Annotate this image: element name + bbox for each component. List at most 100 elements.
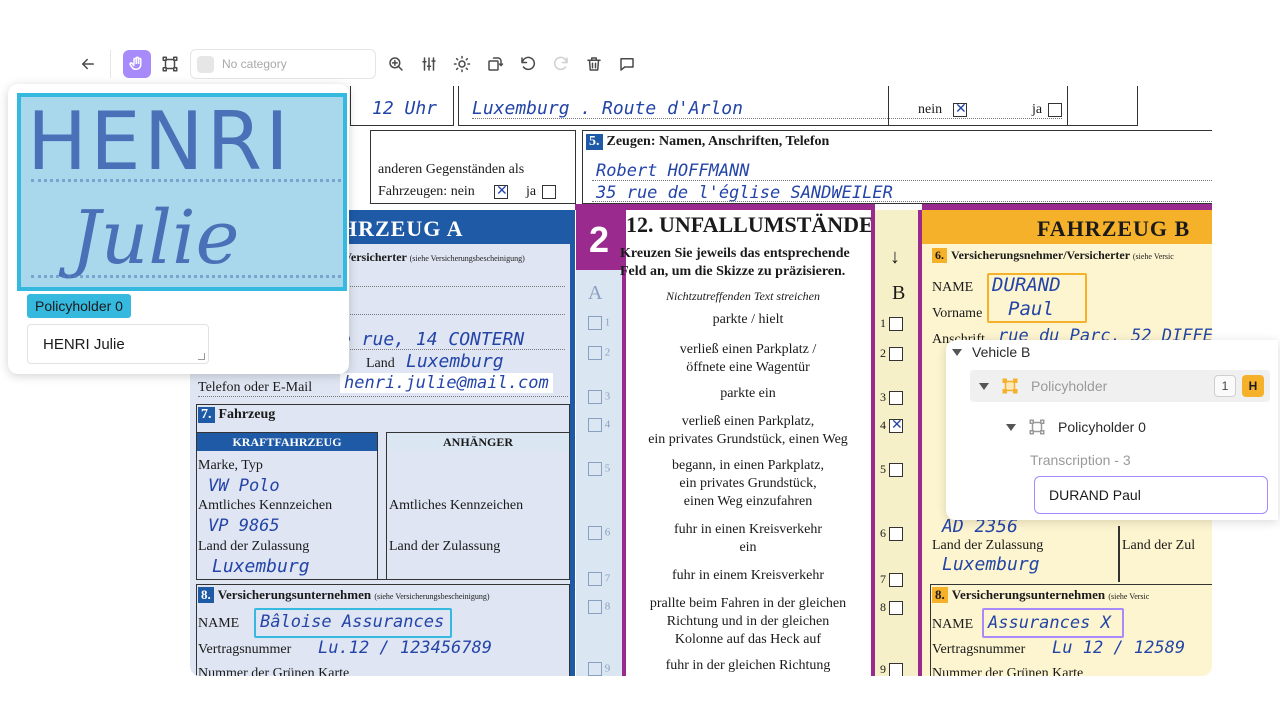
resize-handle[interactable] <box>198 353 205 360</box>
witness-dotline-2 <box>592 201 1212 202</box>
checkbox-a[interactable] <box>588 572 602 586</box>
category-select[interactable]: No category <box>190 49 376 79</box>
vehicles-ja-label: ja <box>526 184 537 199</box>
land-a-value: Luxemburg <box>406 351 504 372</box>
item-label: Policyholder 0 <box>1058 419 1146 435</box>
checkbox-a[interactable] <box>588 418 602 432</box>
caret-down-icon[interactable] <box>979 382 989 390</box>
circumstance-text: Richtung und in der gleichen <box>666 614 830 629</box>
checkbox-a[interactable] <box>588 662 602 676</box>
checkbox-a[interactable] <box>588 346 602 360</box>
circumstance-a-checkbox[interactable]: 3 <box>588 390 610 404</box>
comment-icon <box>620 58 634 71</box>
checkbox-b[interactable] <box>889 463 903 478</box>
vertrag-b-label: Vertragsnummer <box>932 642 1026 657</box>
pan-tool-button[interactable] <box>123 50 151 78</box>
checkbox-b[interactable] <box>889 527 903 542</box>
group-label: Policyholder <box>1031 378 1108 394</box>
nein-checkbox[interactable] <box>953 101 967 118</box>
circumstance-number-a: 3 <box>604 390 611 403</box>
kraftfahrzeug-header: KRAFTFAHRZEUG <box>197 433 377 451</box>
circumstance-b-checkbox[interactable]: 8 <box>880 600 903 616</box>
circumstance-b-checkbox[interactable]: 4 <box>880 417 903 434</box>
circumstance-a-checkbox[interactable]: 9 <box>588 662 610 676</box>
sec12-instruction-2: Feld an, um die Skizze zu präzisieren. <box>620 264 846 279</box>
caret-down-icon[interactable] <box>952 348 962 356</box>
vertrag-a-value: Lu.12 / 123456789 <box>318 638 492 658</box>
vehicle-b-title: FAHRZEUG B <box>1037 216 1191 241</box>
circumstance-number-a: 1 <box>604 316 611 329</box>
sec12-instruction-1: Kreuzen Sie jeweils das entsprechende <box>620 246 850 261</box>
redo-button[interactable] <box>547 50 575 78</box>
column-b-border-left <box>871 210 875 676</box>
checkbox-a[interactable] <box>588 316 602 330</box>
circumstance-b-checkbox[interactable]: 1 <box>880 316 903 332</box>
checkbox-b[interactable] <box>889 601 903 616</box>
checkbox-b[interactable] <box>889 573 903 588</box>
tree-item-vehicle-b[interactable]: Vehicle B <box>952 344 1030 360</box>
ja-checkbox[interactable] <box>1048 103 1062 117</box>
circumstance-a-checkbox[interactable]: 1 <box>588 316 610 330</box>
undo-button[interactable] <box>514 50 542 78</box>
checkbox-b[interactable] <box>889 347 903 362</box>
vehicles-ja-checkbox[interactable] <box>542 185 556 199</box>
undo-icon <box>521 56 536 71</box>
circumstance-b-checkbox[interactable]: 3 <box>880 390 903 406</box>
brightness-button[interactable] <box>448 50 476 78</box>
circumstance-b-checkbox[interactable]: 6 <box>880 526 903 542</box>
checkbox-a[interactable] <box>588 462 602 476</box>
vehicles-nein-checkbox[interactable] <box>494 183 508 200</box>
circumstance-b-checkbox[interactable]: 7 <box>880 572 903 588</box>
sec7-label: Fahrzeug <box>218 407 276 422</box>
insured-a-label: /Versicherter (siehe Versicherungsbesche… <box>340 250 525 265</box>
phone-a-label: Telefon oder E-Mail <box>198 380 313 395</box>
tree-item-policyholder-group[interactable]: Policyholder 1 H <box>970 370 1270 402</box>
circumstance-number-a: 6 <box>604 526 611 539</box>
circumstance-number-a: 9 <box>604 662 611 675</box>
circumstance-a-checkbox[interactable]: 4 <box>588 418 610 432</box>
tree-item-policyholder-0[interactable]: Policyholder 0 <box>1006 418 1146 436</box>
adjustments-button[interactable] <box>415 50 443 78</box>
delete-button[interactable] <box>580 50 608 78</box>
checkbox-b[interactable] <box>889 663 903 676</box>
box-tool-button[interactable] <box>156 50 184 78</box>
transcription-field[interactable]: HENRI Julie <box>27 324 209 364</box>
circumstance-a-checkbox[interactable]: 6 <box>588 526 610 540</box>
checkbox-b[interactable] <box>889 391 903 406</box>
caret-down-icon[interactable] <box>1006 423 1016 431</box>
circumstance-text: prallte beim Fahren in der gleichen <box>649 596 847 611</box>
crop-text-line-2: Julie <box>71 195 240 281</box>
circumstance-number-b: 6 <box>880 526 886 540</box>
checkbox-a[interactable] <box>588 390 602 404</box>
circumstance-text: Kolonne auf das Heck auf <box>674 632 822 647</box>
section-2-badge: 2 <box>576 210 622 270</box>
tree-transcription-field[interactable]: DURAND Paul <box>1034 476 1268 514</box>
checkbox-a[interactable] <box>588 526 602 540</box>
circumstance-a-checkbox[interactable]: 7 <box>588 572 610 586</box>
circumstance-a-checkbox[interactable]: 5 <box>588 462 610 476</box>
rotate-page-button[interactable] <box>481 50 509 78</box>
annotation-tree-panel: Vehicle B Policyholder 1 H Policyholder … <box>946 340 1278 520</box>
annotation-preview-panel: HENRI Julie Policyholder 0 HENRI Julie <box>8 84 349 374</box>
annotation-label-tag[interactable]: Policyholder 0 <box>27 294 131 318</box>
insured-b-title: Versicherungsnehmer/Versicherter <box>951 248 1130 262</box>
checkbox-a[interactable] <box>588 600 602 614</box>
checkbox-b[interactable] <box>889 417 903 434</box>
circumstance-a-checkbox[interactable]: 8 <box>588 600 610 614</box>
zulassung-b-label-2: Land der Zul <box>1122 538 1196 553</box>
circumstance-number-b: 1 <box>880 316 886 330</box>
zoom-in-button[interactable] <box>382 50 410 78</box>
circumstance-a-checkbox[interactable]: 2 <box>588 346 610 360</box>
sec8-b-title: 8. Versicherungsunternehmen (siehe Versic <box>932 587 1149 603</box>
circumstance-number-b: 9 <box>880 662 886 676</box>
circumstance-b-checkbox[interactable]: 5 <box>880 462 903 478</box>
zulassung-b-value: Luxemburg <box>942 554 1040 575</box>
sec5-number: 5. <box>586 134 603 150</box>
circumstance-b-checkbox[interactable]: 9 <box>880 662 903 676</box>
circumstance-b-checkbox[interactable]: 2 <box>880 346 903 362</box>
checkbox-b[interactable] <box>889 317 903 332</box>
comment-button[interactable] <box>613 50 641 78</box>
a-dotline-2 <box>340 314 565 315</box>
rotate-square-icon <box>488 57 504 71</box>
back-button[interactable] <box>74 50 102 78</box>
